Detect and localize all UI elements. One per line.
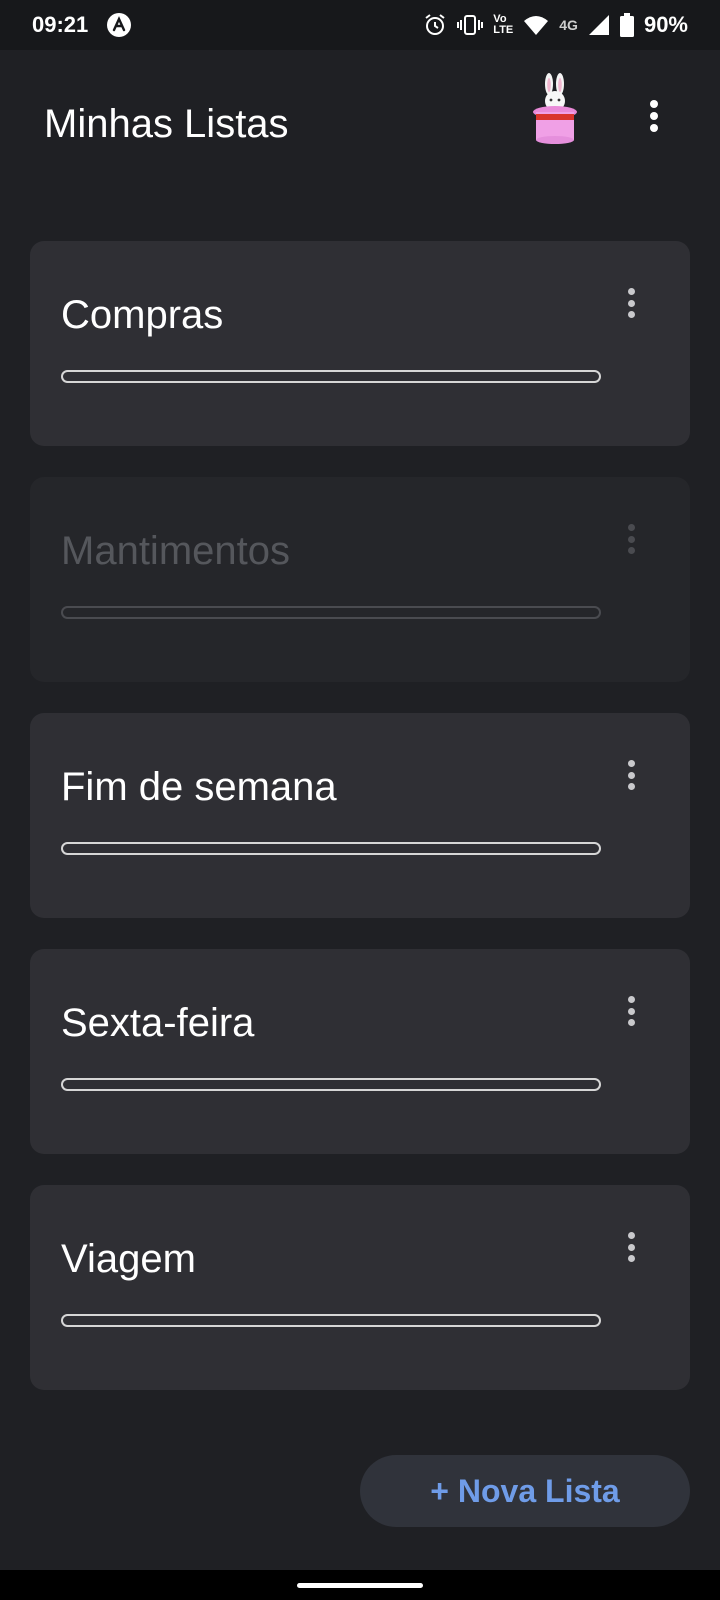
list-card[interactable]: Mantimentos [30,477,690,682]
status-time: 09:21 [32,12,89,37]
menu-dot [627,760,635,767]
list-title: Compras [61,293,224,337]
list-progress-bar [61,842,601,855]
lists-container: Compras Mantimentos Fim de semana Sexta-fei… [30,241,690,1421]
list-progress-bar [61,606,601,619]
menu-dot [627,1232,635,1239]
more-vert-icon[interactable] [616,521,646,557]
menu-dot [627,299,635,307]
menu-dot [627,1019,635,1026]
volte-icon: Vo LTE [493,14,513,36]
menu-dot [627,1243,635,1251]
more-vert-icon[interactable] [616,285,646,321]
list-progress-bar [61,370,601,383]
home-indicator[interactable] [297,1583,423,1588]
app-bar: Minhas Listas [0,50,720,200]
battery-percent: 90% [643,12,688,37]
battery-icon [619,13,634,37]
navigation-bar [0,1570,720,1600]
list-card[interactable]: Fim de semana [30,713,690,918]
menu-dot [650,100,658,108]
menu-dot [627,535,635,543]
list-title: Sexta-feira [61,1001,255,1045]
network-type: 4G [559,17,578,33]
menu-dot [627,996,635,1003]
list-title: Mantimentos [61,529,290,573]
menu-dot [627,547,635,554]
more-vert-icon[interactable] [636,94,672,138]
cell-signal-icon [588,14,610,36]
alarm-icon [423,13,447,37]
app-notification-icon [106,12,132,38]
menu-dot [650,124,658,132]
page-title: Minhas Listas [44,102,289,146]
vibrate-icon [457,13,484,37]
menu-dot [627,771,635,779]
menu-dot [650,112,658,120]
list-card[interactable]: Viagem [30,1185,690,1390]
menu-dot [627,783,635,790]
list-card[interactable]: Sexta-feira [30,949,690,1154]
menu-dot [627,1255,635,1262]
volte-bottom-label: LTE [493,24,514,36]
more-vert-icon[interactable] [616,1229,646,1265]
list-progress-bar [61,1078,601,1091]
status-bar: 09:21 Vo LTE 4G 90% [0,0,720,50]
menu-dot [627,288,635,295]
list-progress-bar [61,1314,601,1327]
menu-dot [627,524,635,531]
list-title: Fim de semana [61,765,337,809]
menu-dot [627,1007,635,1015]
more-vert-icon[interactable] [616,993,646,1029]
wifi-icon [523,14,549,36]
menu-dot [627,311,635,318]
new-list-button[interactable]: + Nova Lista [360,1455,690,1527]
list-title: Viagem [61,1237,196,1281]
list-card[interactable]: Compras [30,241,690,446]
magic-hat-rabbit-icon[interactable] [530,70,580,146]
more-vert-icon[interactable] [616,757,646,793]
